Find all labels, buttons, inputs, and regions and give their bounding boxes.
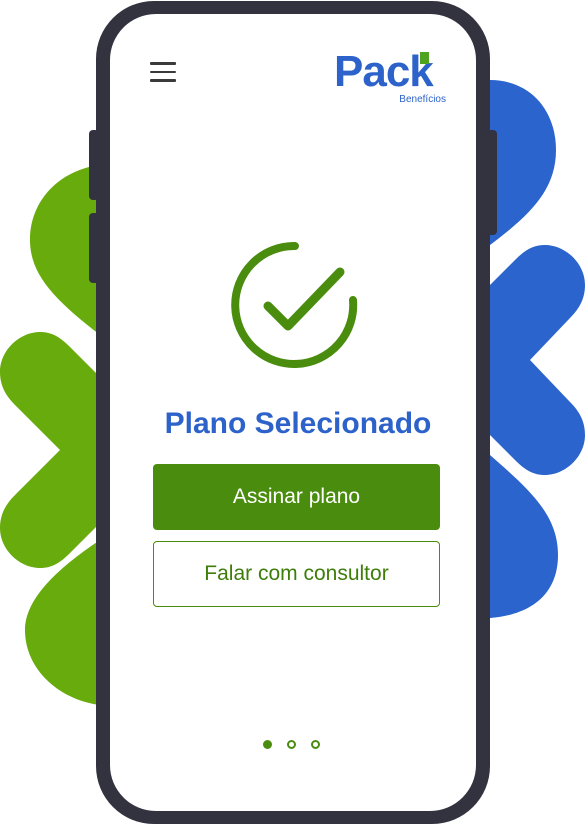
brand-logo: Pack Benefícios	[334, 50, 448, 110]
green-chevron-shape	[0, 165, 100, 705]
phone-screen: Pack Benefícios Plano Selecionado Assina…	[110, 14, 476, 811]
hamburger-menu-icon[interactable]	[150, 62, 176, 82]
pagination-dot-3[interactable]	[311, 740, 320, 749]
subscribe-plan-button[interactable]: Assinar plano	[153, 464, 440, 530]
pagination-dot-2[interactable]	[287, 740, 296, 749]
check-circle-icon	[231, 242, 358, 368]
logo-wordmark: Pack	[334, 47, 434, 96]
pagination-dot-1[interactable]	[263, 740, 272, 749]
talk-to-consultant-button[interactable]: Falar com consultor	[153, 541, 440, 607]
logo-subtitle: Benefícios	[399, 94, 446, 105]
logo-accent-mark	[420, 52, 429, 64]
blue-chevron-shape	[490, 80, 585, 618]
page-title: Plano Selecionado	[164, 407, 432, 440]
phone-side-button-bottom	[89, 213, 99, 283]
phone-side-button-right	[487, 130, 497, 235]
pagination-dots	[263, 740, 333, 754]
phone-side-button-top	[89, 130, 99, 200]
